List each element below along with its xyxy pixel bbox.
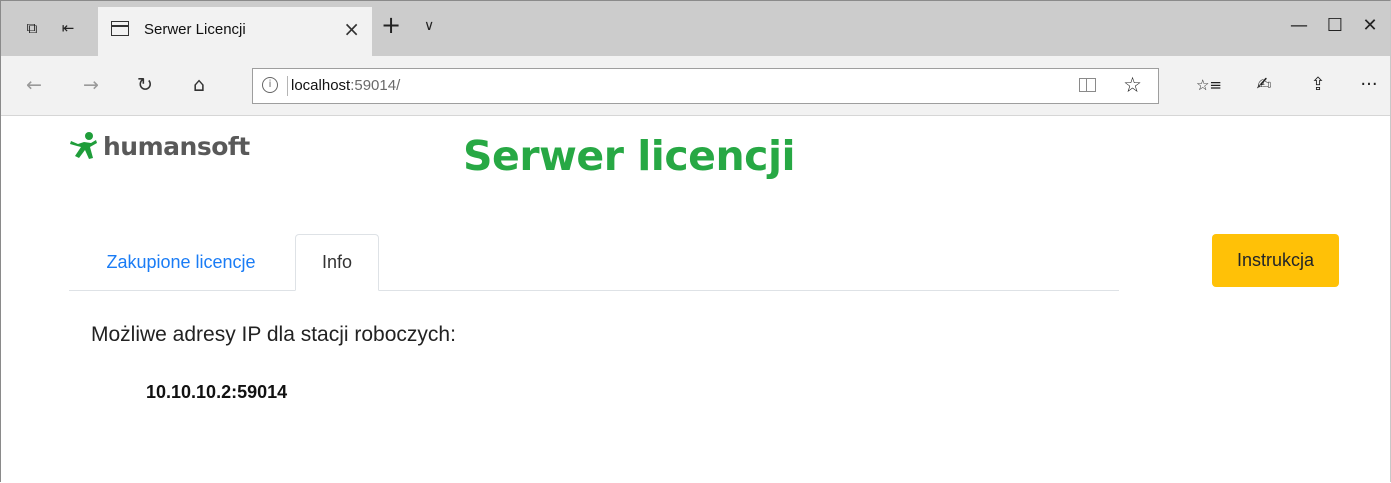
star-icon[interactable]: ☆ <box>1123 73 1142 97</box>
home-icon[interactable]: ⌂ <box>185 74 213 96</box>
instruction-button[interactable]: Instrukcja <box>1212 234 1339 287</box>
page-title: Serwer licencji <box>463 132 796 180</box>
browser-tab[interactable]: Serwer Licencji × <box>98 7 372 56</box>
new-tab-icon[interactable]: + <box>381 13 401 37</box>
url-text[interactable]: localhost:59014/ <box>291 77 400 94</box>
close-window-button[interactable]: ✕ <box>1350 15 1390 36</box>
url-port-path: :59014/ <box>350 77 401 94</box>
refresh-icon[interactable]: ↻ <box>131 74 159 96</box>
humansoft-logo-mark <box>70 132 97 159</box>
ip-address-value: 10.10.10.2:59014 <box>146 382 288 402</box>
more-icon[interactable]: ··· <box>1354 74 1384 95</box>
nav-tabs: Zakupione licencje Info <box>69 234 1119 291</box>
tab-title: Serwer Licencji <box>144 21 246 38</box>
reading-view-icon[interactable] <box>1079 78 1096 92</box>
maximize-button[interactable]: ☐ <box>1315 15 1355 36</box>
humansoft-logo: humansoft <box>69 126 250 166</box>
tab-purchased-licenses[interactable]: Zakupione licencje <box>69 234 293 290</box>
address-separator <box>287 76 288 96</box>
chevron-down-icon[interactable]: ∨ <box>424 18 434 34</box>
back-arrow-icon[interactable]: ← <box>20 74 48 96</box>
browser-toolbar: ← → ↻ ⌂ i localhost:59014/ ☆ ☆≡ ✍ ⇪ ··· <box>1 56 1390 116</box>
tab-info[interactable]: Info <box>295 234 379 291</box>
logo-text: humansoft <box>103 131 250 161</box>
browser-window: ⧉ ⇤ Serwer Licencji × + ∨ — ☐ ✕ ← → ↻ ⌂ … <box>0 0 1391 483</box>
title-bar: ⧉ ⇤ Serwer Licencji × + ∨ — ☐ ✕ <box>1 1 1390 56</box>
set-aside-tabs-icon[interactable]: ⇤ <box>55 15 81 41</box>
ip-addresses-label: Możliwe adresy IP dla stacji roboczych: <box>91 323 456 346</box>
favorites-list-icon[interactable]: ☆≡ <box>1194 76 1224 94</box>
page-content: humansoft Serwer licencji Zakupione lice… <box>1 116 1390 483</box>
pen-icon[interactable]: ✍ <box>1249 74 1279 95</box>
site-info-icon[interactable]: i <box>262 77 278 93</box>
share-icon[interactable]: ⇪ <box>1303 74 1333 95</box>
minimize-button[interactable]: — <box>1279 15 1319 36</box>
close-tab-icon[interactable]: × <box>343 17 360 41</box>
address-bar[interactable]: i localhost:59014/ ☆ <box>252 68 1159 104</box>
forward-arrow-icon[interactable]: → <box>77 74 105 96</box>
page-icon <box>111 21 129 36</box>
url-host: localhost <box>291 77 351 94</box>
tab-preview-icon[interactable]: ⧉ <box>19 15 45 41</box>
